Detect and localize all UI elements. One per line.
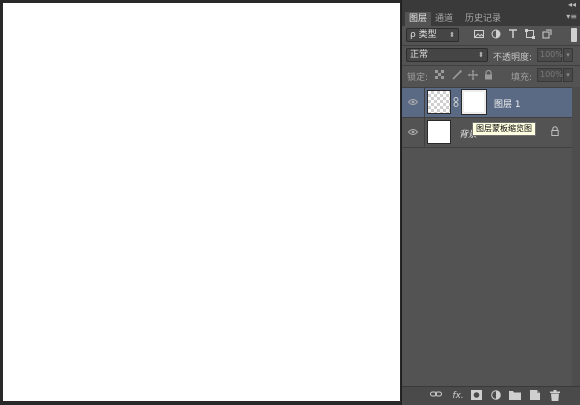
- visibility-eye-icon[interactable]: [407, 98, 419, 108]
- new-group-folder-icon[interactable]: [509, 390, 521, 402]
- blend-row: 正常 ⬍ 不透明度: 100% ▾: [402, 46, 580, 64]
- opacity-field[interactable]: 100%: [537, 48, 563, 62]
- layer-list-scrollbar[interactable]: [572, 87, 580, 386]
- mask-thumbnail-tooltip: 图层蒙板缩览图: [472, 122, 536, 136]
- smart-object-filter-icon[interactable]: [541, 29, 553, 41]
- adjustment-filter-icon[interactable]: [490, 29, 502, 41]
- filter-toggle-switch[interactable]: [571, 28, 577, 42]
- lock-image-pixels-icon[interactable]: [451, 70, 462, 81]
- filter-kind-select[interactable]: ρ 类型 ⬍: [406, 28, 459, 42]
- divider: [424, 118, 425, 148]
- layer-mask-thumbnail[interactable]: [461, 89, 487, 115]
- layers-bottom-bar: fx.: [402, 386, 580, 405]
- blend-mode-select[interactable]: 正常 ⬍: [406, 48, 488, 62]
- filter-kind-label: ρ 类型: [410, 30, 437, 40]
- document-area: [0, 0, 401, 405]
- lock-transparent-pixels-icon[interactable]: [434, 70, 445, 81]
- add-mask-icon[interactable]: [470, 390, 482, 402]
- tab-channels[interactable]: 通道: [431, 12, 457, 26]
- blend-mode-value: 正常: [410, 50, 429, 60]
- delete-layer-trash-icon[interactable]: [549, 390, 561, 402]
- layer-lock-icon: [551, 126, 559, 139]
- panel-menu-icon[interactable]: ▾≡: [566, 12, 577, 21]
- lock-row: 锁定: 填充: 100% ▾: [402, 66, 580, 84]
- panel-tabs: 图层 通道 历史记录 ▾≡: [402, 10, 580, 26]
- layer-style-fx-icon[interactable]: fx.: [450, 390, 466, 402]
- image-filter-icon[interactable]: [473, 29, 485, 41]
- layer-thumbnail[interactable]: [427, 120, 451, 144]
- visibility-eye-icon[interactable]: [407, 128, 419, 138]
- layer-row-layer-1[interactable]: 图层 1: [402, 88, 580, 118]
- tab-layers[interactable]: 图层: [405, 12, 432, 26]
- opacity-dropdown-icon[interactable]: ▾: [563, 48, 573, 62]
- mask-link-icon[interactable]: [453, 97, 459, 109]
- document-canvas[interactable]: [3, 3, 400, 401]
- layers-panel: ◂◂ 图层 通道 历史记录 ▾≡ ρ 类型 ⬍ 正常 ⬍ 不透明度: 100% …: [401, 0, 580, 405]
- opacity-label: 不透明度:: [493, 53, 533, 63]
- panel-topbar: ◂◂: [402, 0, 580, 10]
- collapse-panel-icon[interactable]: ◂◂: [568, 0, 576, 9]
- tab-history[interactable]: 历史记录: [461, 12, 505, 26]
- lock-label: 锁定:: [407, 73, 429, 83]
- fill-label: 填充:: [511, 73, 533, 83]
- new-layer-icon[interactable]: [529, 390, 541, 402]
- type-filter-icon[interactable]: [507, 29, 519, 41]
- lock-all-icon[interactable]: [483, 69, 494, 81]
- divider: [424, 88, 425, 118]
- shape-filter-icon[interactable]: [524, 29, 536, 41]
- link-layers-icon[interactable]: [430, 390, 442, 402]
- new-adjustment-layer-icon[interactable]: [490, 390, 502, 402]
- layer-filter-row: ρ 类型 ⬍: [402, 26, 580, 44]
- fill-field[interactable]: 100%: [537, 68, 563, 82]
- select-caret-icon: ⬍: [449, 31, 455, 39]
- layer-name[interactable]: 图层 1: [494, 97, 521, 110]
- lock-position-icon[interactable]: [467, 70, 478, 81]
- layer-thumbnail[interactable]: [427, 90, 451, 114]
- select-caret-icon: ⬍: [478, 51, 484, 59]
- fill-dropdown-icon[interactable]: ▾: [563, 68, 573, 82]
